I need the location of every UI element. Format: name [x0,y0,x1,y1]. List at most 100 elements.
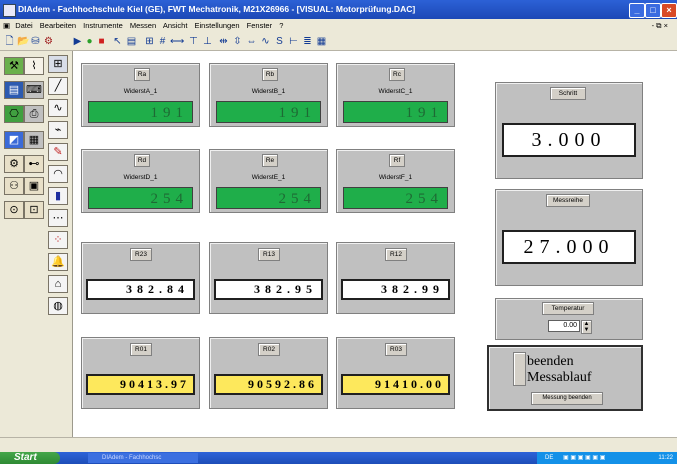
numeric-tool-icon[interactable]: ⋯ [48,209,68,227]
r03-display: 91410.00 [341,374,450,395]
language-indicator[interactable]: DE [545,455,553,461]
maximize-button[interactable]: □ [645,3,661,18]
oscilloscope-tool-icon[interactable]: ⊷ [24,155,44,173]
menu-instrumente[interactable]: Instrumente [83,21,123,30]
messreihe-panel: Messreihe 27.000 [495,189,643,286]
signal-tool-icon[interactable]: ⌇ [24,57,44,75]
r01-button[interactable]: R01 [130,343,152,356]
menu-messen[interactable]: Messen [130,21,156,30]
layout-grid-icon[interactable]: ▦ [316,36,327,47]
box-tool-icon[interactable]: ⌂ [48,275,68,293]
start-button[interactable]: Start [0,452,60,464]
mdi-window-controls[interactable]: - ⧉ × [652,19,668,33]
config-icon[interactable]: ⚙ [43,36,54,47]
messreihe-button[interactable]: Messreihe [546,194,590,207]
pen-tool-icon[interactable]: ✎ [48,143,68,161]
menu-bearbeiten[interactable]: Bearbeiten [40,21,76,30]
title-bar: DIAdem - Fachhochschule Kiel (GE), FWT M… [0,0,677,19]
save-icon[interactable]: ⛁ [30,36,41,47]
r23-button[interactable]: R23 [130,248,152,261]
r12-button[interactable]: R12 [385,248,407,261]
dots-tool-icon[interactable]: ⁘ [48,231,68,249]
bars-tool-icon[interactable]: ▮ [48,187,68,205]
printer-tool-icon[interactable]: ⎙ [24,105,44,123]
plot-tool-icon[interactable]: ⌁ [48,121,68,139]
menu-fenster[interactable]: Fenster [247,21,272,30]
network-tool-icon[interactable]: ⚇ [4,177,24,195]
center-icon[interactable]: ⇔ [246,36,257,47]
temperatur-spinner-icon[interactable]: ▲ ▼ [581,320,592,334]
schritt-button[interactable]: Schritt [550,87,586,100]
card-tool-icon[interactable]: ▤ [4,81,24,99]
rf-button[interactable]: Rf [389,154,405,167]
status-bar [0,437,677,453]
control-tool-icon[interactable]: ⊙ [4,201,24,219]
page-icon[interactable]: ▤ [126,36,137,47]
menu-datei[interactable]: Datei [15,21,33,30]
rb-label: WiderstB_1 [251,88,286,95]
app-icon[interactable] [3,4,16,17]
rd-button[interactable]: Rd [134,154,150,167]
new-file-icon[interactable]: 🗋 [4,36,15,47]
bell-tool-icon[interactable]: 🔔 [48,253,68,271]
calculator-tool-icon[interactable]: ▦ [24,131,44,149]
taskbar-item-diadem[interactable]: DIAdem - Fachhochsc [88,453,198,463]
table-icon[interactable]: # [157,36,168,47]
temperatur-input[interactable]: 0.00 [548,320,580,332]
r03-button[interactable]: R03 [385,343,407,356]
chart-tool-icon[interactable]: ╱ [48,77,68,95]
resistance-panel-re: Re WiderstE_1 254 [209,149,328,213]
instrument-tool-icon[interactable]: ⚒ [4,57,24,75]
curve-tool-icon[interactable]: ∿ [48,99,68,117]
sequence-icon[interactable]: S [274,36,285,47]
record-icon[interactable]: ● [84,36,95,47]
minimize-button[interactable]: _ [629,3,645,18]
system-tray: DE ▣ ▣ ▣ ▣ ▣ ▣ 11:22 [537,452,677,464]
menu-ansicht[interactable]: Ansicht [163,21,188,30]
stop-icon[interactable]: ■ [96,36,107,47]
rb-button[interactable]: Rb [262,68,278,81]
equal-size-icon[interactable]: ≣ [302,36,313,47]
align-top-icon[interactable]: ⊤ [188,36,199,47]
width-icon[interactable]: ⟷ [170,36,184,47]
document-icon[interactable]: ▣ [3,21,10,30]
spread-horizontal-icon[interactable]: ⇹ [218,36,229,47]
resistance-panel-rf: Rf WiderstF_1 254 [336,149,455,213]
temperatur-button[interactable]: Temperatur [542,302,594,315]
align-bottom-icon[interactable]: ⊥ [202,36,213,47]
gauge-tool-icon[interactable]: ◠ [48,165,68,183]
spread-vertical-icon[interactable]: ⇳ [232,36,243,47]
re-button[interactable]: Re [262,154,278,167]
robot-tool-icon[interactable]: ⚙ [4,155,24,173]
r02-button[interactable]: R02 [258,343,280,356]
wave-icon[interactable]: ∿ [260,36,271,47]
switch-tool-icon[interactable]: ⊡ [24,201,44,219]
beenden-toggle[interactable] [513,352,526,386]
globe-tool-icon[interactable]: ◍ [48,297,68,315]
r13-button[interactable]: R13 [258,248,280,261]
graph-tool-icon[interactable]: ⊞ [48,55,68,73]
display-tool-icon[interactable]: ▣ [24,177,44,195]
messreihe-display: 27.000 [502,230,636,264]
ra-button[interactable]: Ra [134,68,150,81]
rb-display: 191 [216,101,321,123]
play-icon[interactable]: ▶ [72,36,83,47]
distribute-icon[interactable]: ⊢ [288,36,299,47]
tray-icons[interactable]: ▣ ▣ ▣ ▣ ▣ ▣ [563,455,605,461]
menu-einstellungen[interactable]: Einstellungen [195,21,240,30]
pointer-icon[interactable]: ↖ [112,36,123,47]
menu-help[interactable]: ? [279,21,283,30]
module-tool-icon[interactable]: ⎔ [4,105,24,123]
open-file-icon[interactable]: 📂 [17,36,29,47]
rc-display: 191 [343,101,448,123]
temperatur-panel: Temperatur 0.00 ▲ ▼ [495,298,643,340]
line-panel-r12: R12 382.99 [336,242,455,314]
re-display: 254 [216,187,321,209]
grid-icon[interactable]: ⊞ [144,36,155,47]
messung-beenden-button[interactable]: Messung beenden [531,392,603,405]
rc-button[interactable]: Rc [389,68,405,81]
taskbar: Start DIAdem - Fachhochsc DE ▣ ▣ ▣ ▣ ▣ ▣… [0,452,677,464]
analysis-tool-icon[interactable]: ◩ [4,131,24,149]
computer-tool-icon[interactable]: ⌨ [24,81,44,99]
close-button[interactable]: × [661,3,677,18]
